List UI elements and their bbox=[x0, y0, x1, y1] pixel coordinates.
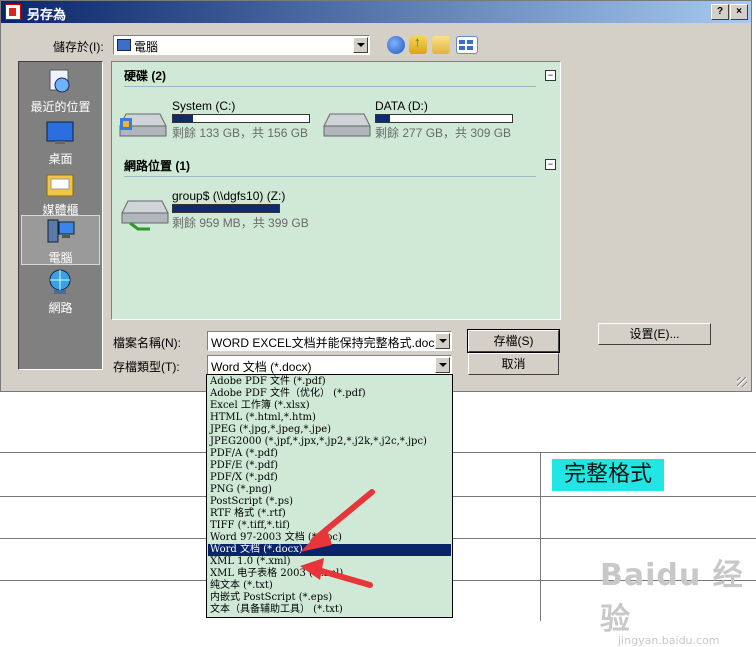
annotation-arrow bbox=[300, 489, 375, 552]
annotation-arrow bbox=[300, 558, 373, 588]
annotation-arrows bbox=[300, 489, 375, 588]
watermark-url: jingyan.baidu.com bbox=[618, 634, 720, 647]
